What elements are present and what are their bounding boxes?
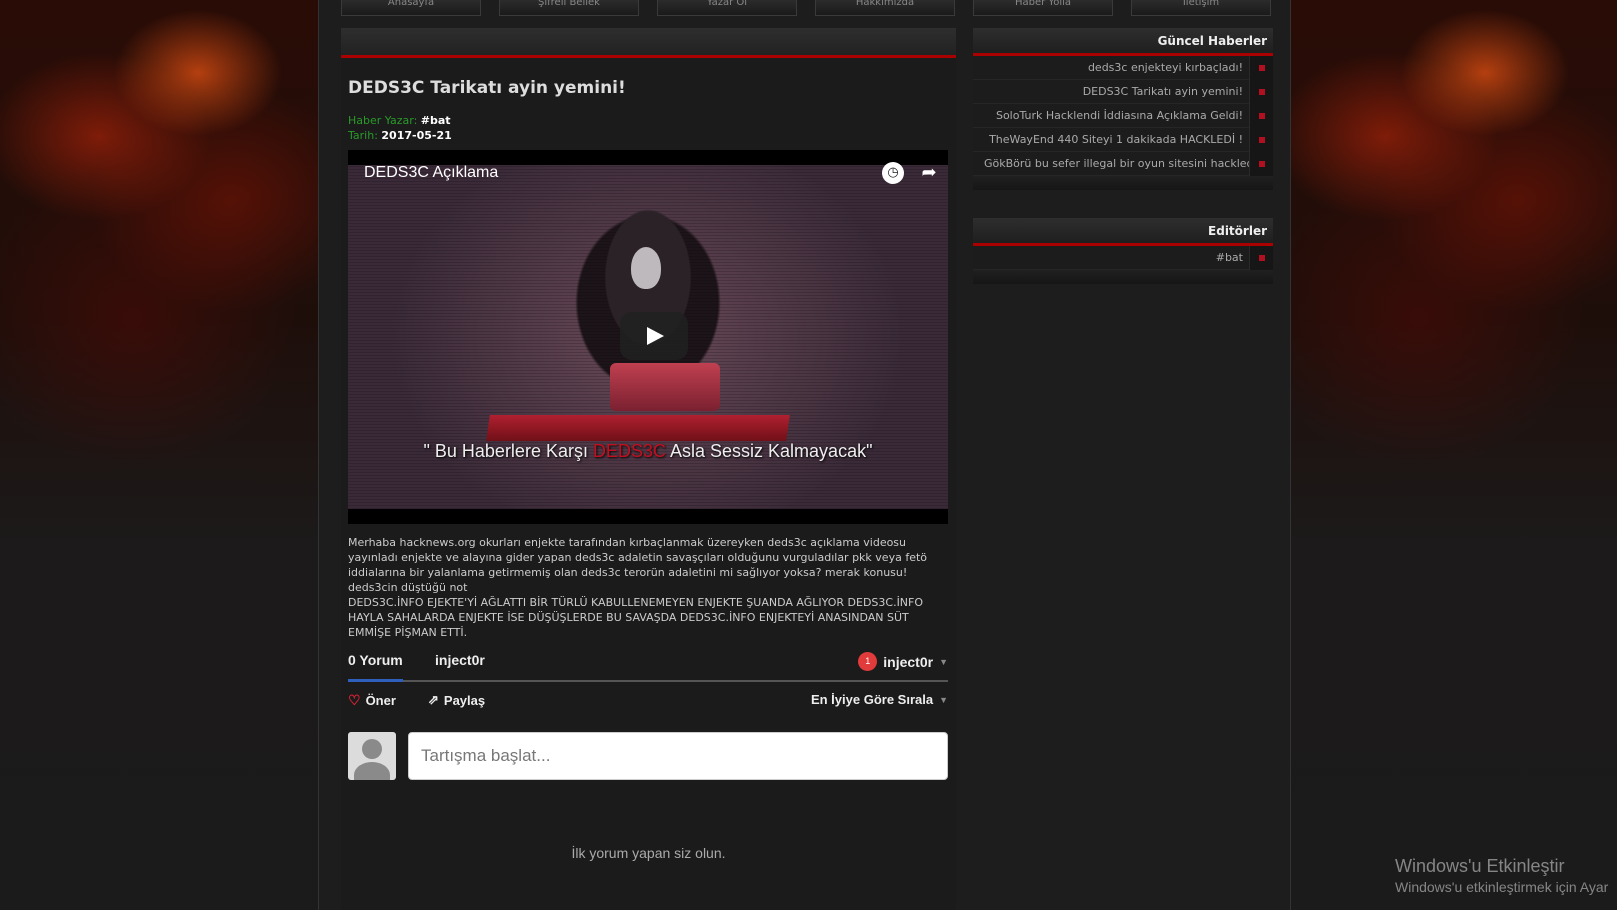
news-widget: Güncel Haberler deds3c enjekteyi kırbaçl…	[973, 28, 1273, 190]
nav-item-encrypted[interactable]: Şifreli Bellek	[499, 0, 639, 16]
article-date: 2017-05-21	[381, 129, 452, 142]
avatar	[348, 732, 396, 780]
editors-widget: Editörler #bat	[973, 218, 1273, 284]
comments-header: 0 Yorum inject0r 1 inject0r ▼	[348, 652, 948, 682]
video-player[interactable]: DEDS3C Açıklama ◷ ➦ " Bu Haberlere Karşı…	[348, 150, 948, 524]
bullet-icon	[1249, 56, 1273, 80]
article-meta: Haber Yazar: #bat Tarih: 2017-05-21	[348, 113, 949, 143]
nav-item-become-author[interactable]: Yazar Ol	[657, 0, 797, 16]
chevron-down-icon: ▼	[939, 656, 948, 667]
news-item[interactable]: GökBörü bu sefer illegal bir oyun sitesi…	[973, 152, 1273, 176]
share-button[interactable]: ⇗ Paylaş	[428, 692, 485, 708]
play-icon[interactable]	[620, 312, 688, 360]
nav-item-contact[interactable]: İletişim	[1131, 0, 1271, 16]
watermark-title: Windows'u Etkinleştir	[1395, 856, 1565, 876]
editors-widget-title: Editörler	[973, 218, 1273, 246]
video-controls: ◷ ➦	[882, 162, 940, 184]
article-title: DEDS3C Tarikatı ayin yemini!	[348, 78, 626, 98]
tab-comment-count[interactable]: 0 Yorum	[348, 652, 403, 682]
article-paragraph: deds3cin düştüğü not	[348, 581, 468, 594]
article-paragraph: Merhaba hacknews.org okurları enjekte ta…	[348, 536, 928, 579]
news-item[interactable]: DEDS3C Tarikatı ayin yemini!	[973, 80, 1273, 104]
author-label: Haber Yazar:	[348, 114, 418, 127]
bullet-icon	[1249, 152, 1273, 176]
activation-watermark: Windows'u Etkinleştir Windows'u etkinleş…	[1395, 856, 1608, 895]
top-navigation: Anasayfa Şifreli Bellek Yazar Ol Hakkımı…	[341, 0, 1271, 18]
bullet-icon	[1249, 80, 1273, 104]
comment-compose: Tartışma başlat...	[348, 732, 948, 780]
share-label: Paylaş	[443, 692, 486, 708]
notification-badge[interactable]: 1	[858, 652, 878, 671]
background-right	[1287, 0, 1617, 910]
news-item[interactable]: SoloTurk Hacklendi İddiasına Açıklama Ge…	[973, 104, 1273, 128]
comment-input[interactable]: Tartışma başlat...	[408, 732, 948, 780]
news-item[interactable]: deds3c enjekteyi kırbaçladı!	[973, 56, 1273, 80]
bullet-icon	[1249, 246, 1273, 270]
news-widget-title: Güncel Haberler	[973, 28, 1273, 56]
bullet-icon	[1249, 128, 1273, 152]
date-label: Tarih:	[348, 129, 378, 142]
heart-icon: ♡	[348, 692, 361, 708]
comment-actions: ♡ Öner ⇗ Paylaş En İyiye Göre Sırala ▼	[348, 692, 948, 716]
nav-item-send-news[interactable]: Haber Yolla	[973, 0, 1113, 16]
article-body: Merhaba hacknews.org okurları enjekte ta…	[348, 535, 948, 640]
chevron-down-icon: ▼	[939, 694, 948, 705]
video-caption: " Bu Haberlere Karşı DEDS3C Asla Sessiz …	[423, 441, 873, 461]
mask	[631, 247, 661, 289]
article: DEDS3C Tarikatı ayin yemini! Haber Yazar…	[341, 78, 956, 780]
export-icon: ⇗	[428, 692, 439, 707]
empty-comments-note: İlk yorum yapan siz olun.	[571, 845, 726, 861]
widget-footer	[973, 176, 1273, 190]
main-content: DEDS3C Tarikatı ayin yemini! Haber Yazar…	[341, 28, 956, 910]
desk	[486, 415, 790, 441]
user-menu[interactable]: 1 inject0r ▼	[858, 652, 948, 671]
bullet-icon	[1249, 104, 1273, 128]
sort-dropdown[interactable]: En İyiye Göre Sırala ▼	[811, 692, 948, 707]
background-left	[0, 0, 330, 910]
main-header-bar	[341, 28, 956, 58]
tab-community[interactable]: inject0r	[435, 652, 485, 668]
typewriter	[610, 363, 720, 411]
nav-item-home[interactable]: Anasayfa	[341, 0, 481, 16]
clock-icon[interactable]: ◷	[882, 162, 904, 184]
user-name[interactable]: inject0r	[883, 654, 933, 670]
editor-item[interactable]: #bat	[973, 246, 1273, 270]
recommend-button[interactable]: ♡ Öner	[348, 692, 396, 709]
recommend-label: Öner	[365, 693, 396, 708]
widget-footer	[973, 270, 1273, 284]
watermark-subtitle: Windows'u etkinleştirmek için Ayar	[1395, 879, 1609, 895]
nav-item-about[interactable]: Hakkımızda	[815, 0, 955, 16]
sort-label: En İyiye Göre Sırala	[810, 692, 934, 707]
share-icon[interactable]: ➦	[918, 162, 940, 184]
article-paragraph: DEDS3C.İNFO EJEKTE'Yİ AĞLATTI BİR TÜRLÜ …	[348, 596, 924, 639]
video-title[interactable]: DEDS3C Açıklama	[364, 164, 498, 182]
author-name[interactable]: #bat	[421, 114, 451, 127]
sidebar: Güncel Haberler deds3c enjekteyi kırbaçl…	[973, 28, 1273, 312]
news-item[interactable]: TheWayEnd 440 Siteyi 1 dakikada HACKLEDİ…	[973, 128, 1273, 152]
